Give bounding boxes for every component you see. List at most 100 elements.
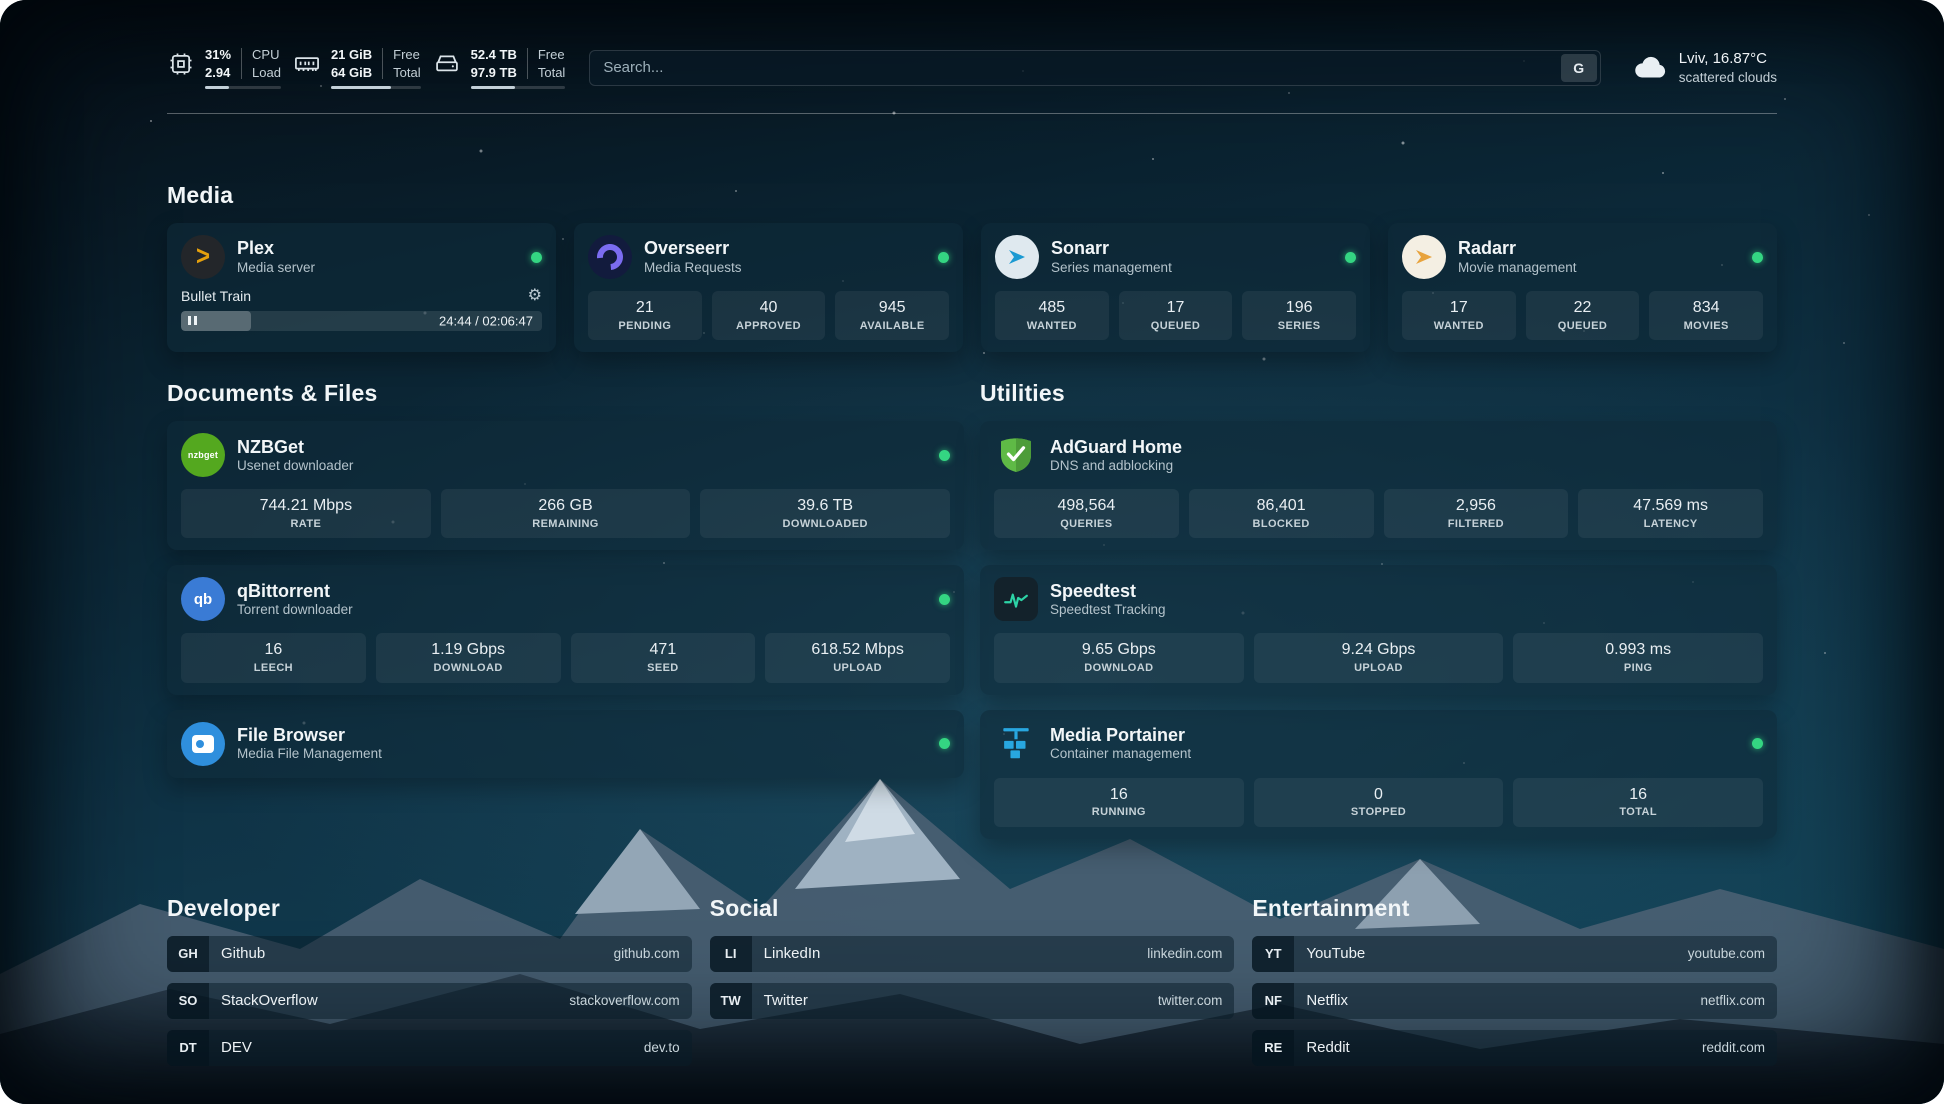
app-subtitle: Usenet downloader bbox=[237, 458, 927, 475]
storage-widget: 52.4 TB 97.9 TB Free Total bbox=[433, 46, 566, 89]
radarr-icon bbox=[1402, 235, 1446, 279]
stat: 17 QUEUED bbox=[1119, 291, 1233, 340]
metric-divider bbox=[241, 48, 242, 79]
stat: 39.6 TB DOWNLOADED bbox=[700, 489, 950, 538]
bookmark-host: reddit.com bbox=[1702, 1040, 1765, 1055]
stat-value: 86,401 bbox=[1193, 496, 1370, 517]
stat: 266 GB REMAINING bbox=[441, 489, 691, 538]
app-card-filebrowser[interactable]: File Browser Media File Management bbox=[167, 710, 964, 778]
stat: 17 WANTED bbox=[1402, 291, 1516, 340]
storage-icon bbox=[433, 50, 461, 78]
section-documents: Documents & Files nzbget NZBGet Usenet d… bbox=[167, 380, 964, 839]
bookmark-name: Netflix bbox=[1306, 992, 1348, 1009]
status-dot bbox=[531, 252, 542, 263]
stat-label: SEED bbox=[575, 661, 752, 676]
status-dot bbox=[939, 738, 950, 749]
app-name: Radarr bbox=[1458, 237, 1740, 260]
storage-free: 52.4 TB bbox=[471, 46, 517, 64]
stat-value: 40 bbox=[716, 298, 822, 319]
bookmark-stackoverflow[interactable]: SO StackOverflow stackoverflow.com bbox=[167, 983, 692, 1019]
stat: 47.569 ms LATENCY bbox=[1578, 489, 1763, 538]
media-grid: > Plex Media server Bullet Train ⚙ bbox=[167, 223, 1777, 352]
stat-value: 471 bbox=[575, 640, 752, 661]
stat-value: 9.65 Gbps bbox=[998, 640, 1240, 661]
app-header: qb qBittorrent Torrent downloader bbox=[181, 577, 950, 621]
bookmark-host: stackoverflow.com bbox=[569, 993, 679, 1008]
cpu-widget: 31% 2.94 CPU Load bbox=[167, 46, 281, 89]
weather-location: Lviv, 16.87°C bbox=[1679, 49, 1777, 69]
stat-value: 0.993 ms bbox=[1517, 640, 1759, 661]
app-card-sonarr[interactable]: Sonarr Series management 485 WANTED 17 Q… bbox=[981, 223, 1370, 352]
pause-icon[interactable] bbox=[188, 312, 200, 330]
playback-progress-bar[interactable]: 24:44 / 02:06:47 bbox=[181, 311, 542, 331]
app-name: Speedtest bbox=[1050, 580, 1763, 603]
bookmark-abbr: TW bbox=[710, 983, 752, 1019]
status-dot bbox=[1752, 738, 1763, 749]
app-subtitle: DNS and adblocking bbox=[1050, 458, 1763, 475]
memory-free-label: Free bbox=[393, 46, 420, 64]
search-input[interactable] bbox=[593, 59, 1560, 76]
search-engine-button[interactable]: G bbox=[1561, 54, 1597, 82]
stat: 40 APPROVED bbox=[712, 291, 826, 340]
app-header: Overseerr Media Requests bbox=[588, 235, 949, 279]
stats-row: 485 WANTED 17 QUEUED 196 SERIES bbox=[995, 291, 1356, 340]
stat-label: AVAILABLE bbox=[839, 319, 945, 334]
stat-label: DOWNLOAD bbox=[380, 661, 557, 676]
stats-row: 9.65 Gbps DOWNLOAD 9.24 Gbps UPLOAD 0.99… bbox=[994, 633, 1763, 682]
bookmark-twitter[interactable]: TW Twitter twitter.com bbox=[710, 983, 1235, 1019]
bookmark-github[interactable]: GH Github github.com bbox=[167, 936, 692, 972]
bookmark-host: youtube.com bbox=[1688, 946, 1765, 961]
bookmark-name: Reddit bbox=[1306, 1039, 1349, 1056]
bookmark-name: YouTube bbox=[1306, 945, 1365, 962]
nzbget-icon: nzbget bbox=[181, 433, 225, 477]
section-utilities: Utilities AdGu bbox=[980, 380, 1777, 839]
stat-label: REMAINING bbox=[445, 517, 687, 532]
app-card-plex[interactable]: > Plex Media server Bullet Train ⚙ bbox=[167, 223, 556, 352]
stat-value: 618.52 Mbps bbox=[769, 640, 946, 661]
app-card-overseerr[interactable]: Overseerr Media Requests 21 PENDING 40 A… bbox=[574, 223, 963, 352]
gear-icon[interactable]: ⚙ bbox=[528, 288, 542, 304]
memory-total-label: Total bbox=[393, 64, 420, 82]
app-card-qbittorrent[interactable]: qb qBittorrent Torrent downloader 16 LEE… bbox=[167, 565, 964, 694]
app-card-nzbget[interactable]: nzbget NZBGet Usenet downloader 744.21 M… bbox=[167, 421, 964, 550]
app-subtitle: Container management bbox=[1050, 746, 1740, 763]
stat: 485 WANTED bbox=[995, 291, 1109, 340]
bookmark-netflix[interactable]: NF Netflix netflix.com bbox=[1252, 983, 1777, 1019]
stat-value: 196 bbox=[1246, 298, 1352, 319]
stat-value: 498,564 bbox=[998, 496, 1175, 517]
bookmark-abbr: DT bbox=[167, 1030, 209, 1066]
app-name: AdGuard Home bbox=[1050, 436, 1763, 459]
storage-progress-fill bbox=[471, 86, 516, 89]
app-card-speedtest[interactable]: Speedtest Speedtest Tracking 9.65 Gbps D… bbox=[980, 565, 1777, 694]
stat-label: RATE bbox=[185, 517, 427, 532]
section-title-media: Media bbox=[167, 182, 1777, 209]
bookmark-linkedin[interactable]: LI LinkedIn linkedin.com bbox=[710, 936, 1235, 972]
stat: 744.21 Mbps RATE bbox=[181, 489, 431, 538]
bookmark-dev[interactable]: DT DEV dev.to bbox=[167, 1030, 692, 1066]
cpu-progress-track bbox=[205, 86, 281, 89]
bookmark-youtube[interactable]: YT YouTube youtube.com bbox=[1252, 936, 1777, 972]
stat-label: STOPPED bbox=[1258, 805, 1500, 820]
stat: 9.65 Gbps DOWNLOAD bbox=[994, 633, 1244, 682]
app-card-adguard[interactable]: AdGuard Home DNS and adblocking 498,564 … bbox=[980, 421, 1777, 550]
status-dot bbox=[1752, 252, 1763, 263]
portainer-icon bbox=[994, 722, 1038, 766]
app-subtitle: Series management bbox=[1051, 260, 1333, 277]
app-card-radarr[interactable]: Radarr Movie management 17 WANTED 22 QUE… bbox=[1388, 223, 1777, 352]
app-header: Radarr Movie management bbox=[1402, 235, 1763, 279]
stat-label: PENDING bbox=[592, 319, 698, 334]
storage-progress-track bbox=[471, 86, 566, 89]
stat-value: 17 bbox=[1406, 298, 1512, 319]
stat-label: FILTERED bbox=[1388, 517, 1565, 532]
app-card-portainer[interactable]: Media Portainer Container management 16 … bbox=[980, 710, 1777, 839]
app-name: Media Portainer bbox=[1050, 724, 1740, 747]
stat-value: 39.6 TB bbox=[704, 496, 946, 517]
app-header: AdGuard Home DNS and adblocking bbox=[994, 433, 1763, 477]
stats-row: 17 WANTED 22 QUEUED 834 MOVIES bbox=[1402, 291, 1763, 340]
app-subtitle: Media server bbox=[237, 260, 519, 277]
bookmark-name: DEV bbox=[221, 1039, 252, 1056]
bookmark-reddit[interactable]: RE Reddit reddit.com bbox=[1252, 1030, 1777, 1066]
stat: 16 RUNNING bbox=[994, 778, 1244, 827]
stat-label: UPLOAD bbox=[769, 661, 946, 676]
weather-widget[interactable]: Lviv, 16.87°C scattered clouds bbox=[1631, 49, 1777, 87]
